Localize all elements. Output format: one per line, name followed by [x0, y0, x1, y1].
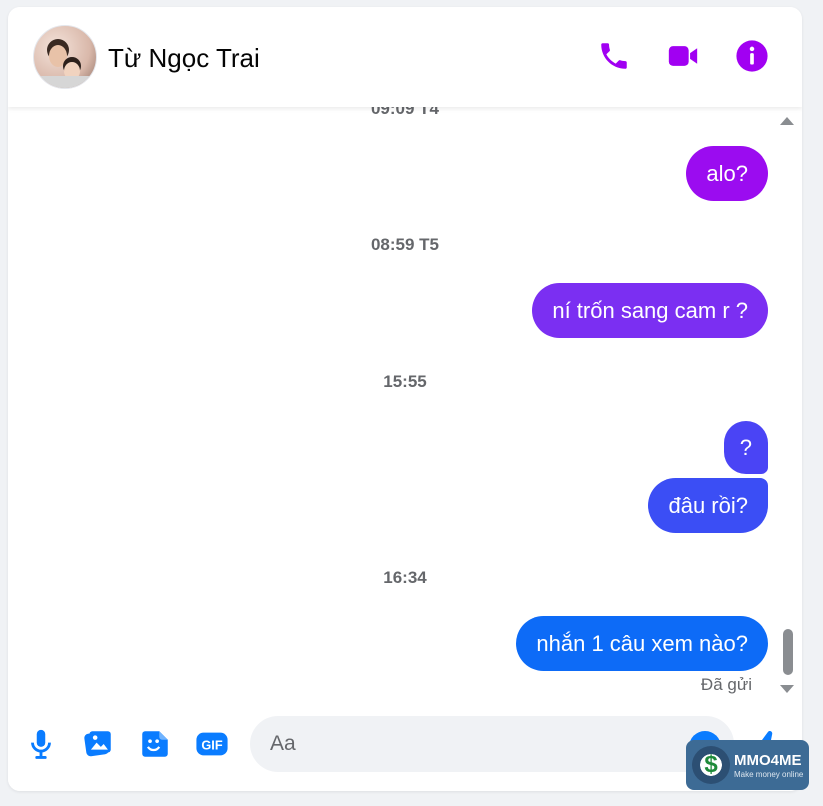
- watermark-logo: $ MMO4ME Make money online: [686, 740, 809, 790]
- watermark-title: MMO4ME: [734, 752, 802, 769]
- scrollbar-thumb[interactable]: [783, 629, 793, 675]
- message-bubble[interactable]: ?: [723, 421, 768, 474]
- microphone-icon[interactable]: [24, 727, 58, 761]
- timestamp: 16:34: [383, 568, 427, 587]
- avatar[interactable]: [33, 25, 97, 89]
- scroll-up-arrow[interactable]: [780, 117, 794, 125]
- video-camera-icon[interactable]: [666, 39, 700, 73]
- contact-name[interactable]: Từ Ngọc Trai: [108, 43, 260, 74]
- dollar-icon: $: [692, 746, 730, 784]
- timestamp: 09:09 T4: [370, 107, 440, 118]
- image-icon[interactable]: [81, 727, 115, 761]
- message-bubble[interactable]: ní trốn sang cam r ?: [532, 283, 768, 338]
- chat-header: Từ Ngọc Trai: [8, 7, 802, 107]
- sent-status: Đã gửi: [700, 675, 752, 694]
- phone-icon[interactable]: [597, 39, 631, 73]
- message-composer: GIF: [8, 707, 802, 791]
- scroll-down-arrow[interactable]: [780, 685, 794, 693]
- message-bubble[interactable]: alo?: [686, 146, 768, 201]
- gif-icon[interactable]: GIF: [195, 727, 229, 761]
- message-list[interactable]: 09:09 T4 alo? 08:59 T5 ní trốn sang cam …: [8, 107, 802, 707]
- timestamp: 15:55: [383, 372, 427, 391]
- message-input[interactable]: [250, 716, 734, 772]
- watermark-subtitle: Make money online: [734, 770, 804, 779]
- sticker-icon[interactable]: [138, 727, 172, 761]
- message-bubble[interactable]: đâu rồi?: [648, 478, 768, 533]
- info-icon[interactable]: [735, 39, 769, 73]
- svg-text:GIF: GIF: [201, 738, 222, 753]
- timestamp: 08:59 T5: [370, 235, 440, 254]
- chat-window: Từ Ngọc Trai 09:09 T4 alo? 08:59 T5 ní t…: [8, 7, 802, 791]
- message-bubble[interactable]: nhắn 1 câu xem nào?: [516, 616, 768, 671]
